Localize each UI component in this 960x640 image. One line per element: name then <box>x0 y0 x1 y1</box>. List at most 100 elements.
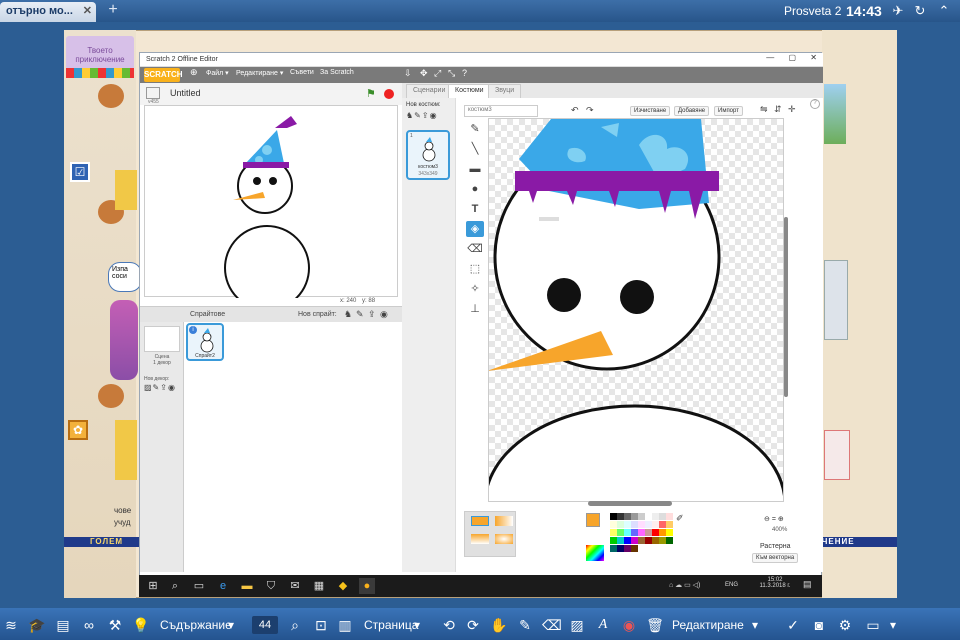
collapse-icon[interactable]: ⌃ <box>936 3 952 19</box>
eyedropper-icon[interactable]: ✐ <box>676 513 684 524</box>
notifications-icon[interactable]: ▤ <box>803 579 812 590</box>
color-swatch[interactable] <box>624 545 631 552</box>
contents-menu[interactable]: Съдържание <box>160 618 232 632</box>
stop-icon[interactable] <box>384 89 394 99</box>
activity-icon[interactable]: ✿ <box>68 420 88 440</box>
chevron-down-icon[interactable]: ▾ <box>414 618 420 632</box>
undo-icon[interactable]: ↶ <box>571 105 579 116</box>
taskbar-clock[interactable]: 15:02 11.3.2018 г. <box>745 577 805 589</box>
canvas-hscrollbar[interactable] <box>588 501 672 506</box>
scratch-taskbar-icon[interactable]: ● <box>359 578 375 594</box>
shrink-icon[interactable]: ⤡ <box>448 68 455 79</box>
globe-icon[interactable]: ⊕ <box>190 67 198 78</box>
paint-sprite-icon[interactable]: ✎ <box>356 309 364 320</box>
color-swatch[interactable] <box>631 545 638 552</box>
color-swatch[interactable] <box>610 537 617 544</box>
color-swatch[interactable] <box>617 529 624 536</box>
eraser-icon[interactable]: ⌫ <box>466 241 484 257</box>
color-swatch[interactable] <box>645 521 652 528</box>
mail-icon[interactable]: ✉ <box>287 578 303 594</box>
tab-sounds[interactable]: Звуци <box>488 84 522 98</box>
paint-canvas[interactable] <box>488 118 784 502</box>
color-swatch[interactable] <box>666 537 673 544</box>
host-tab[interactable]: отърно мо... ✕ <box>0 2 96 22</box>
trash-icon[interactable]: 🗑 <box>646 616 664 634</box>
color-swatch[interactable] <box>645 537 652 544</box>
color-swatch[interactable] <box>659 529 666 536</box>
color-swatch[interactable] <box>652 521 659 528</box>
fit-page-icon[interactable]: ⊡ <box>312 616 330 634</box>
page-number-input[interactable]: 44 <box>252 616 278 634</box>
maximize-icon[interactable]: ▢ <box>789 53 797 62</box>
magic-wand-icon[interactable]: ✧ <box>466 281 484 297</box>
pen-icon[interactable]: ✎ <box>516 616 534 634</box>
graduation-icon[interactable]: 🎓 <box>28 616 46 634</box>
zoom-icon[interactable]: ⌕ <box>286 616 304 634</box>
language-indicator[interactable]: ENG <box>725 582 738 588</box>
search-icon[interactable]: ⌕ <box>167 578 183 594</box>
chevron-down-icon[interactable]: ▾ <box>890 618 896 632</box>
binoculars-icon[interactable]: ∞ <box>80 616 98 634</box>
tab-scripts[interactable]: Сценарии <box>406 84 453 98</box>
help-icon[interactable]: ? <box>462 68 467 78</box>
text-annotate-icon[interactable]: A <box>594 616 612 634</box>
canvas-vscrollbar[interactable] <box>784 217 788 397</box>
set-center-icon[interactable]: ✛ <box>788 104 796 115</box>
primary-color[interactable] <box>586 513 600 527</box>
book-view-icon[interactable]: ▥ <box>336 616 354 634</box>
hand-icon[interactable]: ✋ <box>490 616 508 634</box>
stamp-icon[interactable]: ⊥ <box>466 301 484 317</box>
tray-icons[interactable]: ⌂ ☁ ▭ ◁) <box>669 581 700 589</box>
puzzle-icon[interactable]: ✓ <box>784 616 802 634</box>
calculator-icon[interactable]: ▦ <box>311 578 327 594</box>
rectangle-icon[interactable]: ▬ <box>466 161 484 177</box>
chevron-down-icon[interactable]: ▾ <box>228 618 234 632</box>
close-icon[interactable]: ✕ <box>810 53 817 62</box>
settings-icon[interactable]: ⚙ <box>836 616 854 634</box>
back-icon[interactable]: ⟲ <box>440 616 458 634</box>
refresh-icon[interactable]: ↻ <box>912 3 928 19</box>
grow-icon[interactable]: ⤢ <box>434 68 441 79</box>
app-icon[interactable]: ◆ <box>335 578 351 594</box>
eraser-icon[interactable]: ⌫ <box>542 616 562 634</box>
color-swatch[interactable] <box>617 513 624 520</box>
color-swatch[interactable] <box>631 513 638 520</box>
stage-canvas[interactable] <box>144 105 398 311</box>
store-icon[interactable]: ⛉ <box>263 578 279 594</box>
color-swatch[interactable] <box>610 529 617 536</box>
tab-costumes[interactable]: Костюми <box>448 84 491 98</box>
duplicate-icon[interactable]: ⇩ <box>404 68 412 79</box>
camera-sprite-icon[interactable]: ◉ <box>380 309 388 320</box>
menu-file[interactable]: Файл ▾ <box>206 69 229 77</box>
page-menu[interactable]: Страница <box>364 618 418 632</box>
costume-name-input[interactable]: костюм3 <box>464 105 538 117</box>
color-picker[interactable] <box>586 545 604 561</box>
minimize-icon[interactable]: — <box>766 53 774 62</box>
color-swatch[interactable] <box>659 521 666 528</box>
color-swatch[interactable] <box>610 513 617 520</box>
help-icon[interactable]: ? <box>810 99 820 109</box>
color-swatch[interactable] <box>638 537 645 544</box>
color-swatch[interactable] <box>645 513 652 520</box>
solid-fill-option[interactable] <box>471 516 489 526</box>
close-tab-icon[interactable]: ✕ <box>83 4 92 17</box>
choose-sprite-icon[interactable]: ♞ <box>344 309 352 320</box>
color-swatch[interactable] <box>666 513 673 520</box>
color-swatch[interactable] <box>631 529 638 536</box>
edit-menu[interactable]: Редактиране <box>672 618 744 632</box>
start-icon[interactable]: ⊞ <box>145 578 161 594</box>
zoom-out-icon[interactable]: ⊖ <box>764 516 770 523</box>
color-swatch[interactable] <box>631 521 638 528</box>
color-swatch[interactable] <box>624 513 631 520</box>
checklist-icon[interactable]: ☑ <box>70 162 90 182</box>
color-swatch[interactable] <box>638 521 645 528</box>
move-icon[interactable]: ✥ <box>420 68 428 79</box>
folder-icon[interactable]: ▬ <box>239 578 255 594</box>
color-swatch[interactable] <box>617 521 624 528</box>
stage-thumbnail[interactable] <box>144 326 180 352</box>
vertical-gradient-option[interactable] <box>471 534 489 544</box>
pin-icon[interactable]: ✈ <box>890 3 906 19</box>
color-swatch[interactable] <box>638 529 645 536</box>
green-flag-icon[interactable]: ⚑ <box>366 87 376 100</box>
brush-icon[interactable]: ✎ <box>466 121 484 137</box>
